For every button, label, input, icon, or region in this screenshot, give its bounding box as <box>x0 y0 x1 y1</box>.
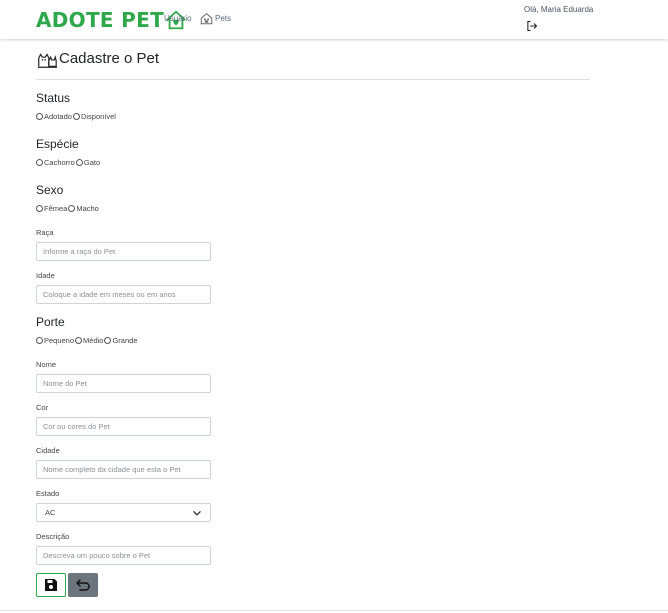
nav-pets[interactable]: Pets <box>200 12 231 25</box>
cor-input[interactable] <box>36 417 211 436</box>
idade-label: Idade <box>36 271 55 280</box>
porte-label: Porte <box>36 315 65 329</box>
chevron-down-icon <box>193 510 201 515</box>
navbar: ADOTE PET Usuário Pets Olá, Maria Eduard… <box>0 0 668 39</box>
especie-label: Espécie <box>36 137 79 151</box>
floppy-disk-icon <box>45 579 57 591</box>
radio-circle[interactable] <box>75 337 83 344</box>
porte-option-medio[interactable]: Médio <box>75 336 103 345</box>
page-header: Cadastre o Pet <box>36 48 159 70</box>
sexo-label: Sexo <box>36 183 64 197</box>
descricao-input[interactable] <box>36 546 211 565</box>
status-label: Status <box>36 91 71 105</box>
page-title: Cadastre o Pet <box>59 50 160 67</box>
status-radio-group: Adotado Disponível <box>36 112 117 121</box>
radio-circle[interactable] <box>36 337 43 344</box>
cor-label: Cor <box>36 403 49 412</box>
estado-selected-value: AC <box>45 508 56 517</box>
logo-text: ADOTE PET <box>36 8 165 32</box>
dog-cat-icon <box>37 53 58 68</box>
porte-option-pequeno[interactable]: Pequeno <box>36 336 74 345</box>
porte-radio-group: Pequeno Médio Grande <box>36 336 139 345</box>
radio-circle[interactable] <box>75 159 83 166</box>
logout-icon[interactable] <box>526 20 538 32</box>
raca-label: Raça <box>36 228 54 237</box>
descricao-label: Descrição <box>36 532 70 541</box>
especie-radio-group: Cachorro Gato <box>36 158 101 167</box>
footer-divider <box>0 610 668 611</box>
status-option-adotado[interactable]: Adotado <box>36 112 72 121</box>
raca-input[interactable] <box>36 242 211 261</box>
status-option-disponivel[interactable]: Disponível <box>72 112 116 121</box>
nav-usuario[interactable]: Usuário <box>164 14 192 23</box>
undo-arrow-icon <box>76 579 90 591</box>
sexo-radio-group: Fêmea Macho <box>36 204 100 213</box>
radio-circle[interactable] <box>36 205 43 212</box>
especie-option-cachorro[interactable]: Cachorro <box>36 158 75 167</box>
nome-label: Nome <box>36 360 57 369</box>
cidade-input[interactable] <box>36 460 211 479</box>
nome-input[interactable] <box>36 374 211 393</box>
save-button[interactable] <box>36 573 66 597</box>
pet-house-icon <box>200 12 213 25</box>
estado-select[interactable]: AC <box>36 503 211 522</box>
radio-circle[interactable] <box>72 113 80 120</box>
nav-pets-label: Pets <box>215 14 232 23</box>
back-button[interactable] <box>68 573 98 597</box>
estado-label: Estado <box>36 489 60 498</box>
radio-circle[interactable] <box>36 159 43 166</box>
radio-circle[interactable] <box>104 337 112 344</box>
cidade-label: Cidade <box>36 446 60 455</box>
sexo-option-macho[interactable]: Macho <box>68 204 99 213</box>
especie-option-gato[interactable]: Gato <box>75 158 100 167</box>
user-greeting: Olá, Maria Eduarda <box>524 5 594 14</box>
radio-circle[interactable] <box>68 205 76 212</box>
sexo-option-femea[interactable]: Fêmea <box>36 204 67 213</box>
title-divider <box>36 79 590 80</box>
porte-option-grande[interactable]: Grande <box>104 336 138 345</box>
radio-circle[interactable] <box>36 113 43 120</box>
idade-input[interactable] <box>36 285 211 304</box>
